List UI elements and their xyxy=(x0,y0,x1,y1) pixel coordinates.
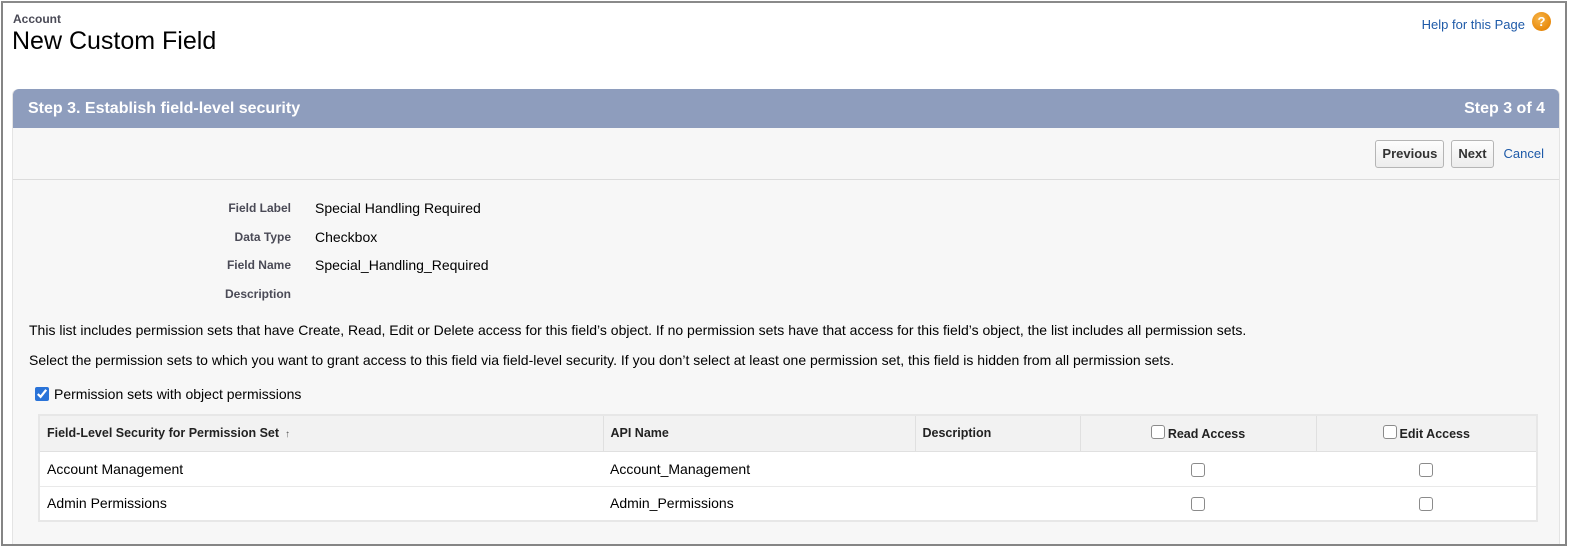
read-access-checkbox[interactable] xyxy=(1191,462,1205,477)
column-header-label: Field-Level Security for Permission Set xyxy=(47,426,280,441)
question-mark-icon[interactable]: ? xyxy=(1532,12,1551,31)
description xyxy=(915,486,1080,521)
filter-label: Permission sets with object permissions xyxy=(54,386,302,402)
permission-set-table: Field-Level Security for Permission Set ↑… xyxy=(38,414,1538,522)
read-access-cell xyxy=(1080,486,1316,521)
read-access-checkbox[interactable] xyxy=(1191,497,1205,512)
detail-label: Field Label xyxy=(228,201,291,216)
table-row: Account Management Account_Management xyxy=(39,451,1537,487)
description xyxy=(915,451,1080,487)
detail-label: Description xyxy=(224,286,291,301)
page-title: New Custom Field xyxy=(12,27,217,55)
cancel-link[interactable]: Cancel xyxy=(1504,146,1544,161)
column-header-api-name: API Name xyxy=(603,415,916,452)
column-header-description: Description xyxy=(915,415,1081,452)
step-indicator: Step 3 of 4 xyxy=(1464,99,1545,117)
detail-value: Checkbox xyxy=(315,228,378,245)
help-link[interactable]: Help for this Page xyxy=(1422,17,1525,32)
select-all-edit-checkbox[interactable] xyxy=(1382,425,1397,440)
permission-set-name: Admin Permissions xyxy=(47,495,167,512)
detail-value: Special_Handling_Required xyxy=(315,257,489,274)
detail-label: Field Name xyxy=(226,258,291,273)
column-header-edit-access: Edit Access xyxy=(1316,415,1537,452)
object-label: Account xyxy=(13,12,61,26)
sort-ascending-icon[interactable]: ↑ xyxy=(285,429,290,440)
edit-access-cell xyxy=(1316,486,1537,521)
table-row: Admin Permissions Admin_Permissions xyxy=(39,486,1537,521)
read-access-cell xyxy=(1080,451,1316,487)
detail-value: Special Handling Required xyxy=(315,200,481,217)
detail-row-field-label: Field Label Special Handling Required xyxy=(13,194,713,223)
filter-permission-sets[interactable]: Permission sets with object permissions xyxy=(35,386,301,402)
column-header-read-access: Read Access xyxy=(1080,415,1317,452)
detail-label: Data Type xyxy=(234,229,291,244)
detail-row-data-type: Data Type Checkbox xyxy=(13,223,713,252)
table-header-row: Field-Level Security for Permission Set ↑… xyxy=(39,415,1537,452)
column-header-label: Edit Access xyxy=(1399,427,1470,442)
column-header-name[interactable]: Field-Level Security for Permission Set ↑ xyxy=(39,415,604,452)
select-all-read-checkbox[interactable] xyxy=(1150,425,1165,440)
api-name: Account_Management xyxy=(603,451,915,487)
page-frame: Account New Custom Field Help for this P… xyxy=(1,1,1567,546)
button-bar: Previous Next Cancel xyxy=(13,128,1559,180)
detail-row-field-name: Field Name Special_Handling_Required xyxy=(13,251,713,280)
step-header: Step 3. Establish field-level security S… xyxy=(13,89,1559,128)
info-text-2: Select the permission sets to which you … xyxy=(29,352,1175,368)
detail-row-description: Description xyxy=(13,280,713,309)
edit-access-checkbox[interactable] xyxy=(1419,497,1433,512)
field-details: Field Label Special Handling Required Da… xyxy=(13,194,713,308)
step-panel: Step 3. Establish field-level security S… xyxy=(12,89,1560,544)
previous-button[interactable]: Previous xyxy=(1375,139,1445,168)
api-name: Admin_Permissions xyxy=(610,495,734,512)
edit-access-checkbox[interactable] xyxy=(1419,462,1433,477)
edit-access-cell xyxy=(1316,451,1537,487)
column-header-label: Read Access xyxy=(1167,427,1246,442)
next-button[interactable]: Next xyxy=(1451,139,1494,168)
step-title: Step 3. Establish field-level security xyxy=(28,99,301,117)
permission-set-name: Account Management xyxy=(39,451,603,487)
info-text-1: This list includes permission sets that … xyxy=(29,322,1247,338)
filter-checkbox[interactable] xyxy=(35,387,49,401)
